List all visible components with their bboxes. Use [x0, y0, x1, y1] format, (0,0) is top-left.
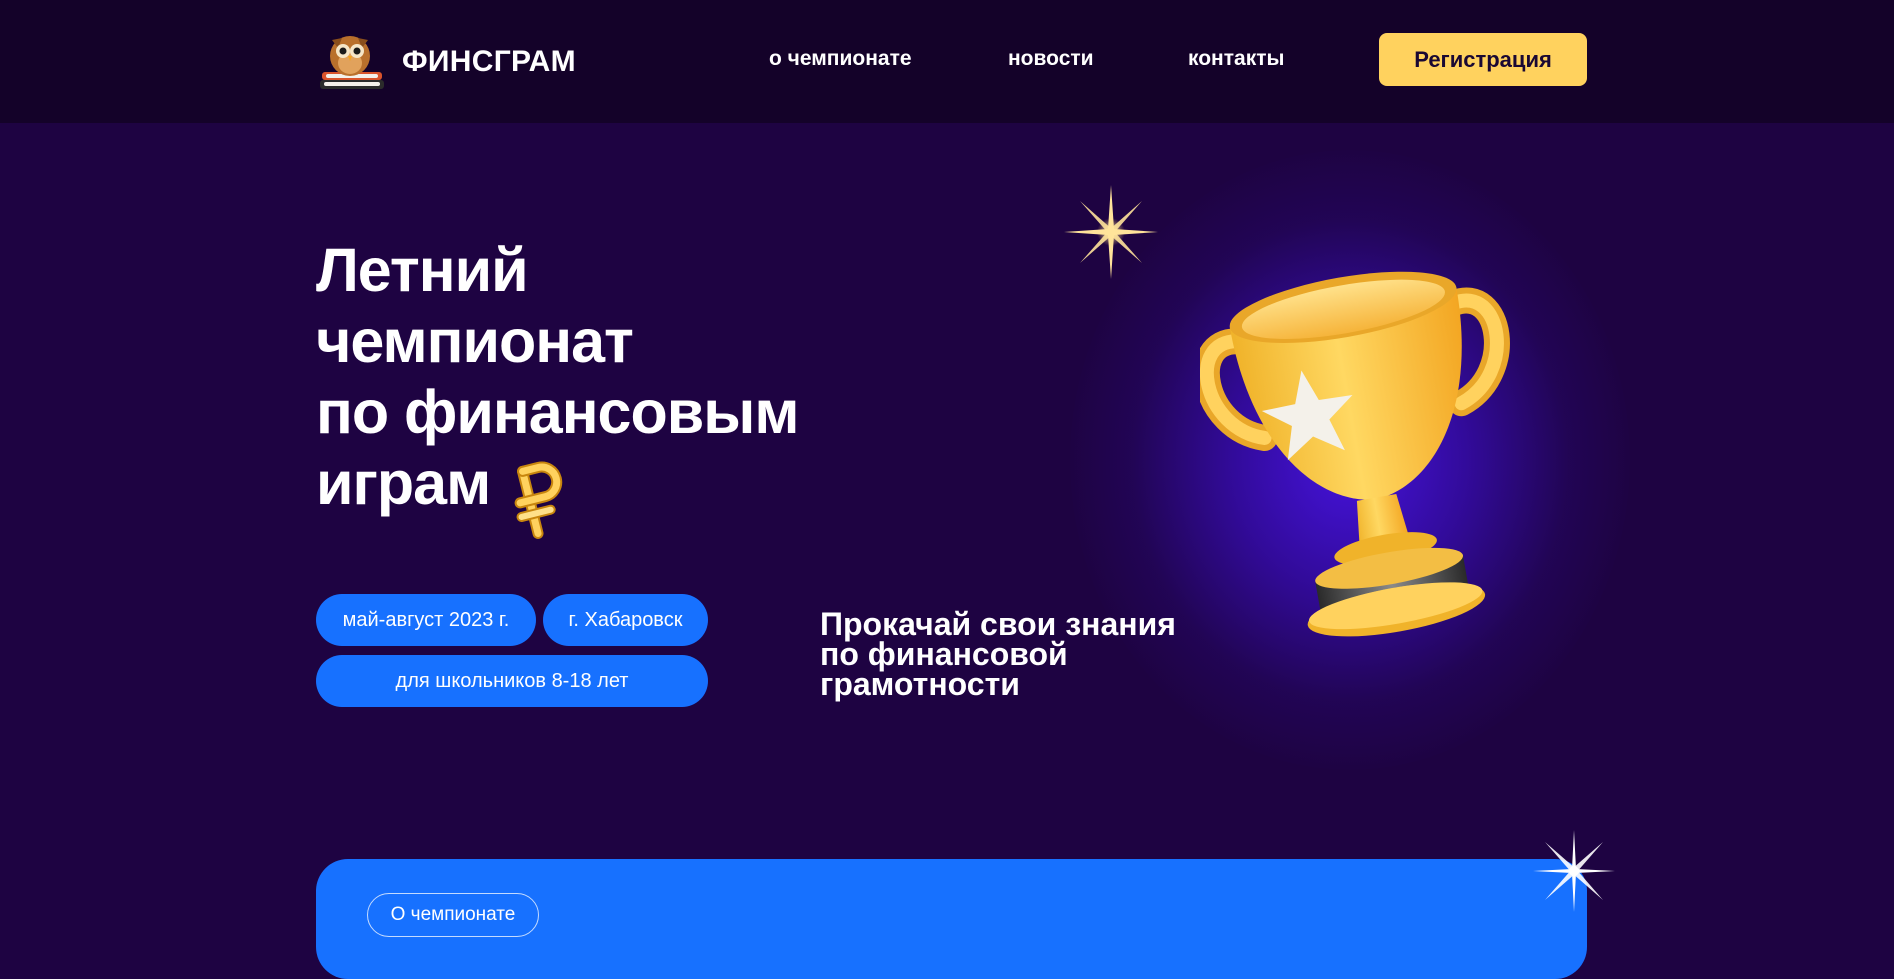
hero-subtitle-line: грамотности	[820, 666, 1020, 702]
about-section-label: О чемпионате	[367, 893, 539, 937]
tag-dates: май-август 2023 г.	[316, 594, 536, 646]
logo[interactable]: ФИНСГРАМ	[318, 26, 576, 97]
hero-title-line: по финансовым	[316, 378, 799, 446]
tag-city: г. Хабаровск	[543, 594, 708, 646]
nav-link-news[interactable]: новости	[1008, 47, 1094, 71]
nav-link-about[interactable]: о чемпионате	[769, 47, 912, 71]
sparkle-icon	[1533, 830, 1615, 917]
hero-subtitle-line: по финансовой	[820, 636, 1068, 672]
nav-link-contacts[interactable]: контакты	[1188, 47, 1284, 71]
hero-title-line: Летний	[316, 236, 529, 304]
hero-title-line: чемпионат	[316, 307, 634, 375]
brand-name: ФИНСГРАМ	[402, 44, 576, 78]
tag-audience: для школьников 8-18 лет	[316, 655, 708, 707]
hero-subtitle: Прокачай свои знания по финансовой грамо…	[820, 606, 1176, 702]
register-button[interactable]: Регистрация	[1379, 33, 1587, 86]
sparkle-icon	[1060, 181, 1162, 288]
site-header: ФИНСГРАМ о чемпионате новости контакты Р…	[0, 0, 1894, 123]
owl-logo-icon	[318, 26, 388, 97]
ruble-icon	[508, 460, 572, 545]
hero-subtitle-line: Прокачай свои знания	[820, 606, 1176, 642]
trophy-icon	[1193, 250, 1540, 675]
